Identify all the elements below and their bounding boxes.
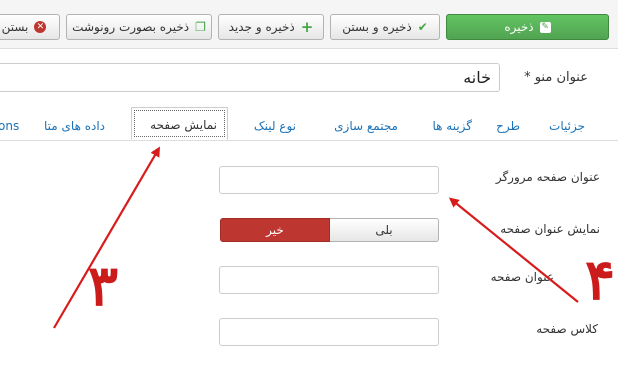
- close-icon: ✕: [34, 21, 47, 33]
- tab-integration[interactable]: مجتمع سازی: [334, 108, 398, 140]
- annotation-number-4: ۴: [585, 247, 616, 313]
- annotation-number-3: ۳: [88, 253, 119, 319]
- save-copy-button[interactable]: ❐ ذخیره بصورت رونوشت: [66, 14, 212, 40]
- toolbar: ✎ ذخیره ✔ ذخیره و بستن + ذخیره و جدید ❐ …: [0, 0, 618, 49]
- yes-option[interactable]: بلی: [330, 218, 439, 242]
- show-page-heading-label: نمایش عنوان صفحه: [500, 222, 600, 236]
- menu-title-input[interactable]: خانه: [0, 63, 500, 92]
- arrow-to-tab: [53, 146, 161, 329]
- browser-title-input[interactable]: [219, 166, 439, 194]
- tab-associations[interactable]: ons: [0, 108, 19, 140]
- browser-title-label: عنوان صفحه مرورگر: [495, 170, 600, 184]
- tab-layout[interactable]: طرح: [496, 108, 520, 140]
- close-label: بستن: [1, 20, 29, 34]
- edit-icon: ✎: [539, 21, 551, 33]
- save-button-label: ذخیره: [504, 20, 534, 34]
- page-heading-label: عنوان صفحه: [490, 270, 554, 284]
- no-option[interactable]: خیر: [220, 218, 330, 242]
- menu-title-label: عنوان منو *: [524, 70, 588, 85]
- tab-details[interactable]: جزئیات: [549, 108, 585, 140]
- tab-link-type[interactable]: نوع لینک: [254, 108, 296, 140]
- menu-title-value: خانه: [463, 68, 491, 87]
- arrow-to-browser-title: [448, 197, 579, 303]
- save-close-button[interactable]: ✔ ذخیره و بستن: [330, 14, 440, 40]
- menu-title-label-text: عنوان منو: [534, 70, 588, 85]
- required-mark: *: [524, 70, 531, 85]
- show-page-heading-toggle: بلی خیر: [220, 218, 439, 242]
- save-new-label: ذخیره و جدید: [228, 20, 295, 34]
- copy-icon: ❐: [195, 20, 206, 34]
- save-copy-label: ذخیره بصورت رونوشت: [72, 20, 190, 34]
- save-close-label: ذخیره و بستن: [342, 20, 412, 34]
- tab-page-display[interactable]: نمایش صفحه: [131, 107, 228, 140]
- close-button[interactable]: ✕ بستن: [0, 14, 60, 40]
- tab-bar: جزئیات طرح گزینه ها مجتمع سازی نوع لینک …: [0, 107, 618, 141]
- page-class-input[interactable]: [219, 318, 439, 346]
- tab-metadata[interactable]: داده های متا: [44, 108, 105, 140]
- save-new-button[interactable]: + ذخیره و جدید: [218, 14, 324, 40]
- page-class-label: کلاس صفحه: [536, 322, 598, 336]
- tab-options[interactable]: گزینه ها: [432, 108, 472, 140]
- save-button[interactable]: ✎ ذخیره: [446, 14, 609, 40]
- page-heading-input[interactable]: [219, 266, 439, 294]
- plus-icon: +: [300, 18, 314, 36]
- check-icon: ✔: [417, 20, 428, 34]
